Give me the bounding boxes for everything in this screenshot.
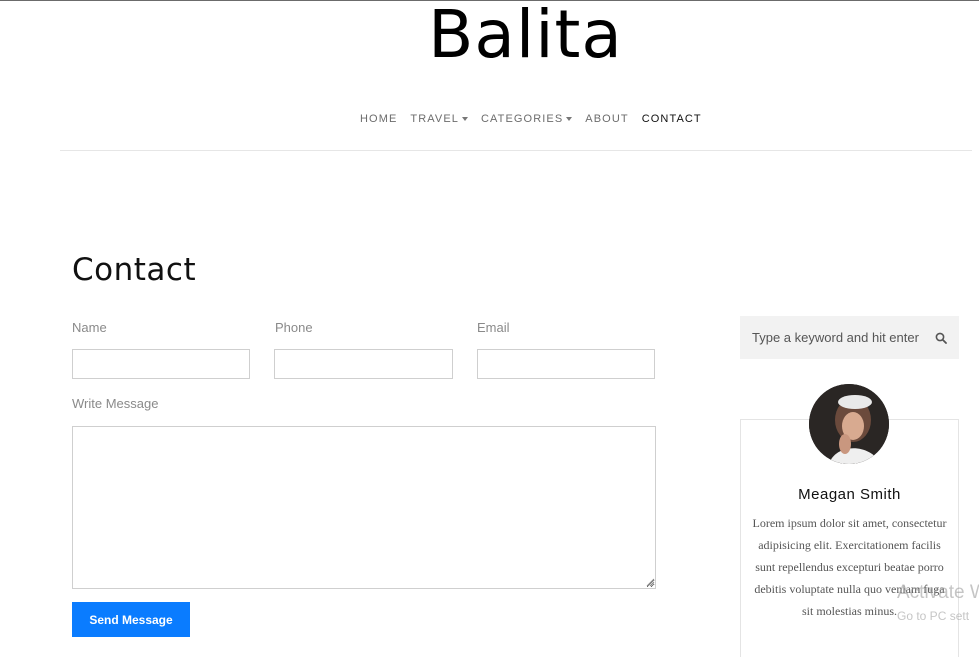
email-label: Email [477,320,510,335]
phone-field[interactable] [274,349,453,379]
nav-item-categories[interactable]: CATEGORIES [480,113,573,125]
email-field[interactable] [477,349,655,379]
nav-item-label: ABOUT [585,113,629,125]
author-name: Meagan Smith [798,486,901,503]
avatar [809,384,889,464]
nav-item-travel[interactable]: TRAVEL [410,113,468,125]
nav-item-label: CONTACT [641,113,702,125]
resize-handle-icon[interactable] [646,578,655,587]
nav-item-home[interactable]: HOME [360,113,397,125]
send-message-button[interactable]: Send Message [72,602,190,637]
main-nav: HOME TRAVEL CATEGORIES ABOUT CONTACT [360,111,715,127]
os-activation-watermark: Activate W Go to PC sett [897,582,979,625]
message-label: Write Message [72,396,159,411]
page: Balita HOME TRAVEL CATEGORIES ABOUT CONT… [0,0,979,657]
caret-down-icon [461,117,468,121]
watermark-line-2: Go to PC sett [897,609,970,623]
message-field[interactable] [72,426,656,589]
sidebar-search [740,316,959,359]
header-divider [60,150,972,151]
page-title: Contact [72,252,197,288]
phone-label: Phone [275,320,313,335]
site-logo[interactable]: Balita [0,2,979,68]
watermark-line-1: Activate W [897,582,979,603]
search-icon[interactable] [935,332,947,344]
nav-item-about[interactable]: ABOUT [585,113,628,125]
nav-item-label: HOME [360,113,398,125]
nav-item-label: CATEGORIES [480,113,564,125]
name-field[interactable] [72,349,250,379]
nav-item-label: TRAVEL [410,113,459,125]
nav-item-contact[interactable]: CONTACT [642,113,702,125]
caret-down-icon [566,117,573,121]
name-label: Name [72,320,107,335]
search-input[interactable] [752,330,927,345]
